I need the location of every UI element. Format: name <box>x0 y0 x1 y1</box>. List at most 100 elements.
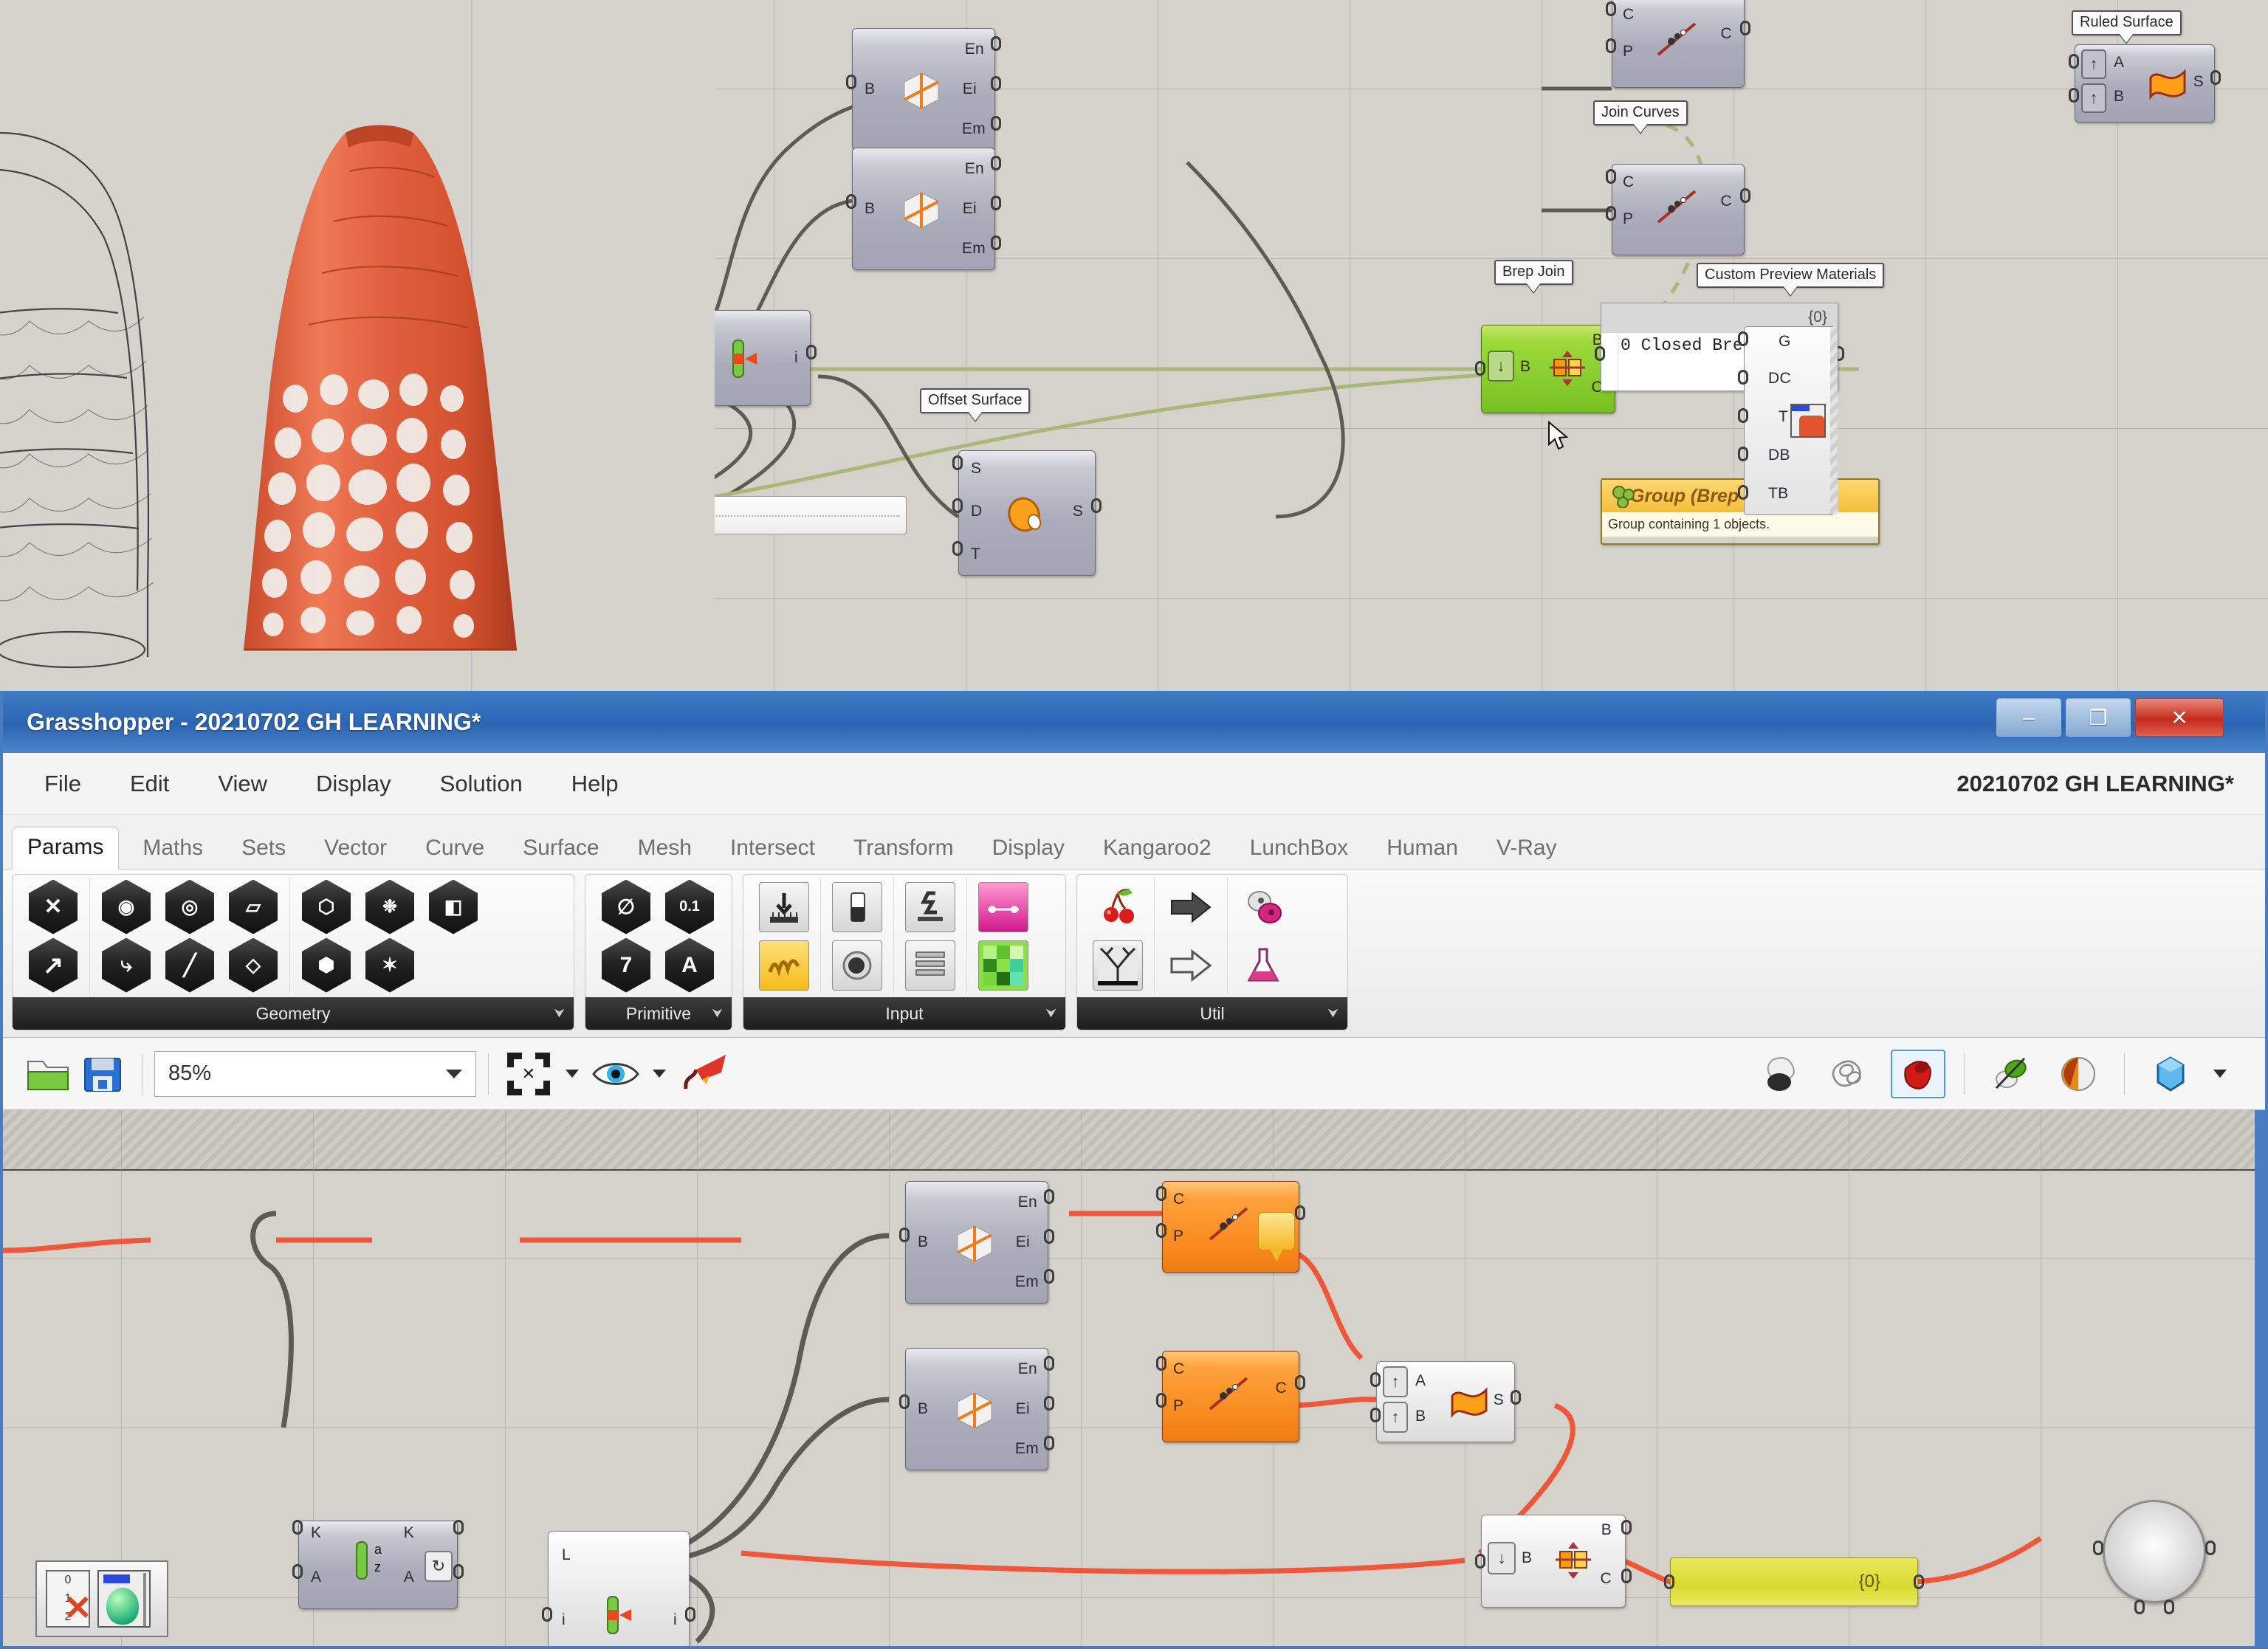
menu-item-display[interactable]: Display <box>309 768 399 800</box>
tab-surface[interactable]: Surface <box>508 828 614 870</box>
tab-params[interactable]: Params <box>12 827 120 870</box>
tab-transform[interactable]: Transform <box>839 828 969 870</box>
window-titlebar[interactable]: Grasshopper - 20210702 GH LEARNING* – ❐ … <box>3 691 2265 753</box>
open-file-button[interactable] <box>21 1049 75 1099</box>
tab-vector[interactable]: Vector <box>309 828 402 870</box>
zoom-combobox[interactable]: 85% <box>154 1050 476 1097</box>
menu-item-solution[interactable]: Solution <box>433 768 530 800</box>
node-deconstruct-brep-1-bottom[interactable]: B En Ei Em <box>899 1181 1054 1304</box>
expand-arrow-icon[interactable]: ⮟ <box>1046 1006 1056 1021</box>
param-brep-button[interactable]: ◧ <box>422 878 485 936</box>
graft-flag-a-icon[interactable]: ↑ <box>1383 1366 1408 1397</box>
node-ruled-surface-bottom[interactable]: ↑ ↑ A B S <box>1370 1361 1521 1442</box>
node-custom-preview-materials[interactable]: G DC T DB TB <box>1738 326 1838 515</box>
node-deconstruct-brep-2[interactable]: B En Ei Em <box>846 148 1001 270</box>
tab-intersect[interactable]: Intersect <box>715 828 830 870</box>
tab-lunchbox[interactable]: LunchBox <box>1235 828 1363 870</box>
tab-human[interactable]: Human <box>1372 828 1473 870</box>
param-geometry-x-button[interactable]: ✕ <box>21 878 85 936</box>
node-list-item-bottom[interactable]: L i i <box>542 1531 695 1646</box>
panel-yellow-bottom[interactable]: {0} <box>1664 1557 1924 1606</box>
param-box-button[interactable]: ⬡ <box>295 878 358 936</box>
reverse-flag-icon[interactable]: ↻ <box>425 1551 453 1582</box>
node-join-curves-2-bottom[interactable]: C P C <box>1156 1351 1305 1442</box>
data-input-button[interactable] <box>1159 937 1223 994</box>
flatten-flag-icon[interactable]: ↓ <box>1488 1542 1516 1574</box>
transparency-button[interactable] <box>2051 1050 2106 1098</box>
node-join-curves-2[interactable]: C P C <box>1606 164 1750 255</box>
node-brep-join[interactable]: ↓ B B C <box>1475 325 1621 413</box>
zoom-extents-button[interactable]: ✕ <box>501 1049 557 1099</box>
expand-arrow-icon[interactable]: ⮟ <box>712 1006 723 1021</box>
gh-canvas-top[interactable]: B En Ei Em B En Ei Em C P C C P C ↑ ↑ A … <box>715 0 2268 691</box>
document-preview-settings-button[interactable] <box>2143 1050 2198 1098</box>
param-subd-button[interactable]: ✶ <box>358 937 422 994</box>
gh-canvas-bottom[interactable]: B En Ei Em B En Ei Em C P C P C ↑ ↑ A B … <box>3 1110 2265 1646</box>
cherry-picker-button[interactable] <box>1086 878 1150 936</box>
wireframe-preview-button[interactable] <box>1823 1050 1877 1098</box>
data-tree-button[interactable] <box>1086 937 1150 994</box>
tab-display[interactable]: Display <box>977 828 1079 870</box>
preview-chevron-icon[interactable] <box>653 1070 666 1078</box>
data-output-button[interactable] <box>1159 878 1223 936</box>
param-line-button[interactable]: ╱ <box>158 937 221 994</box>
flatten-flag-icon[interactable]: ↓ <box>1488 351 1514 382</box>
param-meshface-button[interactable]: ⬢ <box>295 937 358 994</box>
param-complex-button[interactable]: 0.1 <box>658 878 721 936</box>
document-preview-chevron-icon[interactable] <box>2213 1070 2227 1078</box>
node-join-curves-1[interactable]: C P C <box>1606 0 1750 88</box>
expand-arrow-icon[interactable]: ⮟ <box>554 1006 565 1021</box>
maximize-button[interactable]: ❐ <box>2066 698 2131 737</box>
tab-kangaroo2[interactable]: Kangaroo2 <box>1088 828 1226 870</box>
tab-curve[interactable]: Curve <box>410 828 499 870</box>
graft-flag-a-icon[interactable]: ↑ <box>2081 49 2106 79</box>
chevron-down-icon[interactable] <box>446 1069 462 1078</box>
minimize-button[interactable]: – <box>1996 698 2061 737</box>
button-component-button[interactable] <box>825 937 889 994</box>
param-surface-button[interactable]: ◎ <box>158 878 221 936</box>
node-deconstruct-brep-2-bottom[interactable]: B En Ei Em <box>899 1348 1054 1470</box>
shaded-preview-button[interactable] <box>1755 1050 1810 1098</box>
param-boolean-button[interactable]: ∅ <box>594 878 658 936</box>
flask-button[interactable] <box>1232 937 1296 994</box>
param-plane-button[interactable]: ▱ <box>221 878 285 936</box>
tab-maths[interactable]: Maths <box>128 828 218 870</box>
number-slider-offset[interactable]: 0.6 <box>715 496 907 534</box>
param-text-button[interactable]: A <box>658 937 721 994</box>
number-slider-button[interactable] <box>752 878 816 936</box>
param-mesh-button[interactable]: ❉ <box>358 878 422 936</box>
node-deconstruct-brep-1[interactable]: B En Ei Em <box>846 28 1001 151</box>
menu-item-file[interactable]: File <box>37 768 89 800</box>
node-k-a[interactable]: K A K A a z ↻ <box>292 1520 464 1609</box>
node-list-item[interactable]: L i w i <box>715 310 817 406</box>
param-number-button[interactable]: 7 <box>594 937 658 994</box>
menu-item-help[interactable]: Help <box>564 768 626 800</box>
bake-button[interactable] <box>675 1049 735 1099</box>
close-button[interactable]: ✕ <box>2135 698 2224 737</box>
preview-off-button[interactable] <box>1983 1050 2038 1098</box>
param-circle-button[interactable]: ◉ <box>94 878 158 936</box>
param-curve-button[interactable]: ⤷ <box>94 937 158 994</box>
node-ruled-surface[interactable]: ↑ ↑ A B S <box>2069 44 2221 123</box>
graft-flag-b-icon[interactable]: ↑ <box>2081 83 2106 113</box>
rhino-viewport[interactable] <box>0 0 715 691</box>
node-circular-right[interactable] <box>2093 1500 2216 1614</box>
node-offset-surface[interactable]: S D T S <box>952 450 1102 576</box>
param-rectangle-button[interactable]: ◇ <box>221 937 285 994</box>
panel-button[interactable] <box>898 937 962 994</box>
expand-arrow-icon[interactable]: ⮟ <box>1328 1006 1339 1021</box>
canvas-vertical-scrollbar[interactable] <box>2255 1110 2265 1646</box>
tab-mesh[interactable]: Mesh <box>623 828 707 870</box>
preview-toggle-button[interactable] <box>588 1049 644 1099</box>
node-brep-join-bottom[interactable]: ↓ B B C <box>1475 1515 1632 1608</box>
value-list-button[interactable] <box>898 878 962 936</box>
warning-bubble-2[interactable] <box>1258 1212 1295 1261</box>
node-cluster-thumbnails[interactable]: 0 1 2 ✕ <box>35 1560 168 1637</box>
graft-flag-b-icon[interactable]: ↑ <box>1383 1402 1408 1433</box>
graph-mapper-button[interactable] <box>752 937 816 994</box>
menu-item-edit[interactable]: Edit <box>123 768 176 800</box>
zoom-extents-chevron-icon[interactable] <box>566 1070 579 1078</box>
save-file-button[interactable] <box>75 1049 130 1099</box>
cluster-button[interactable] <box>1232 878 1296 936</box>
gradient-button[interactable] <box>972 878 1035 936</box>
